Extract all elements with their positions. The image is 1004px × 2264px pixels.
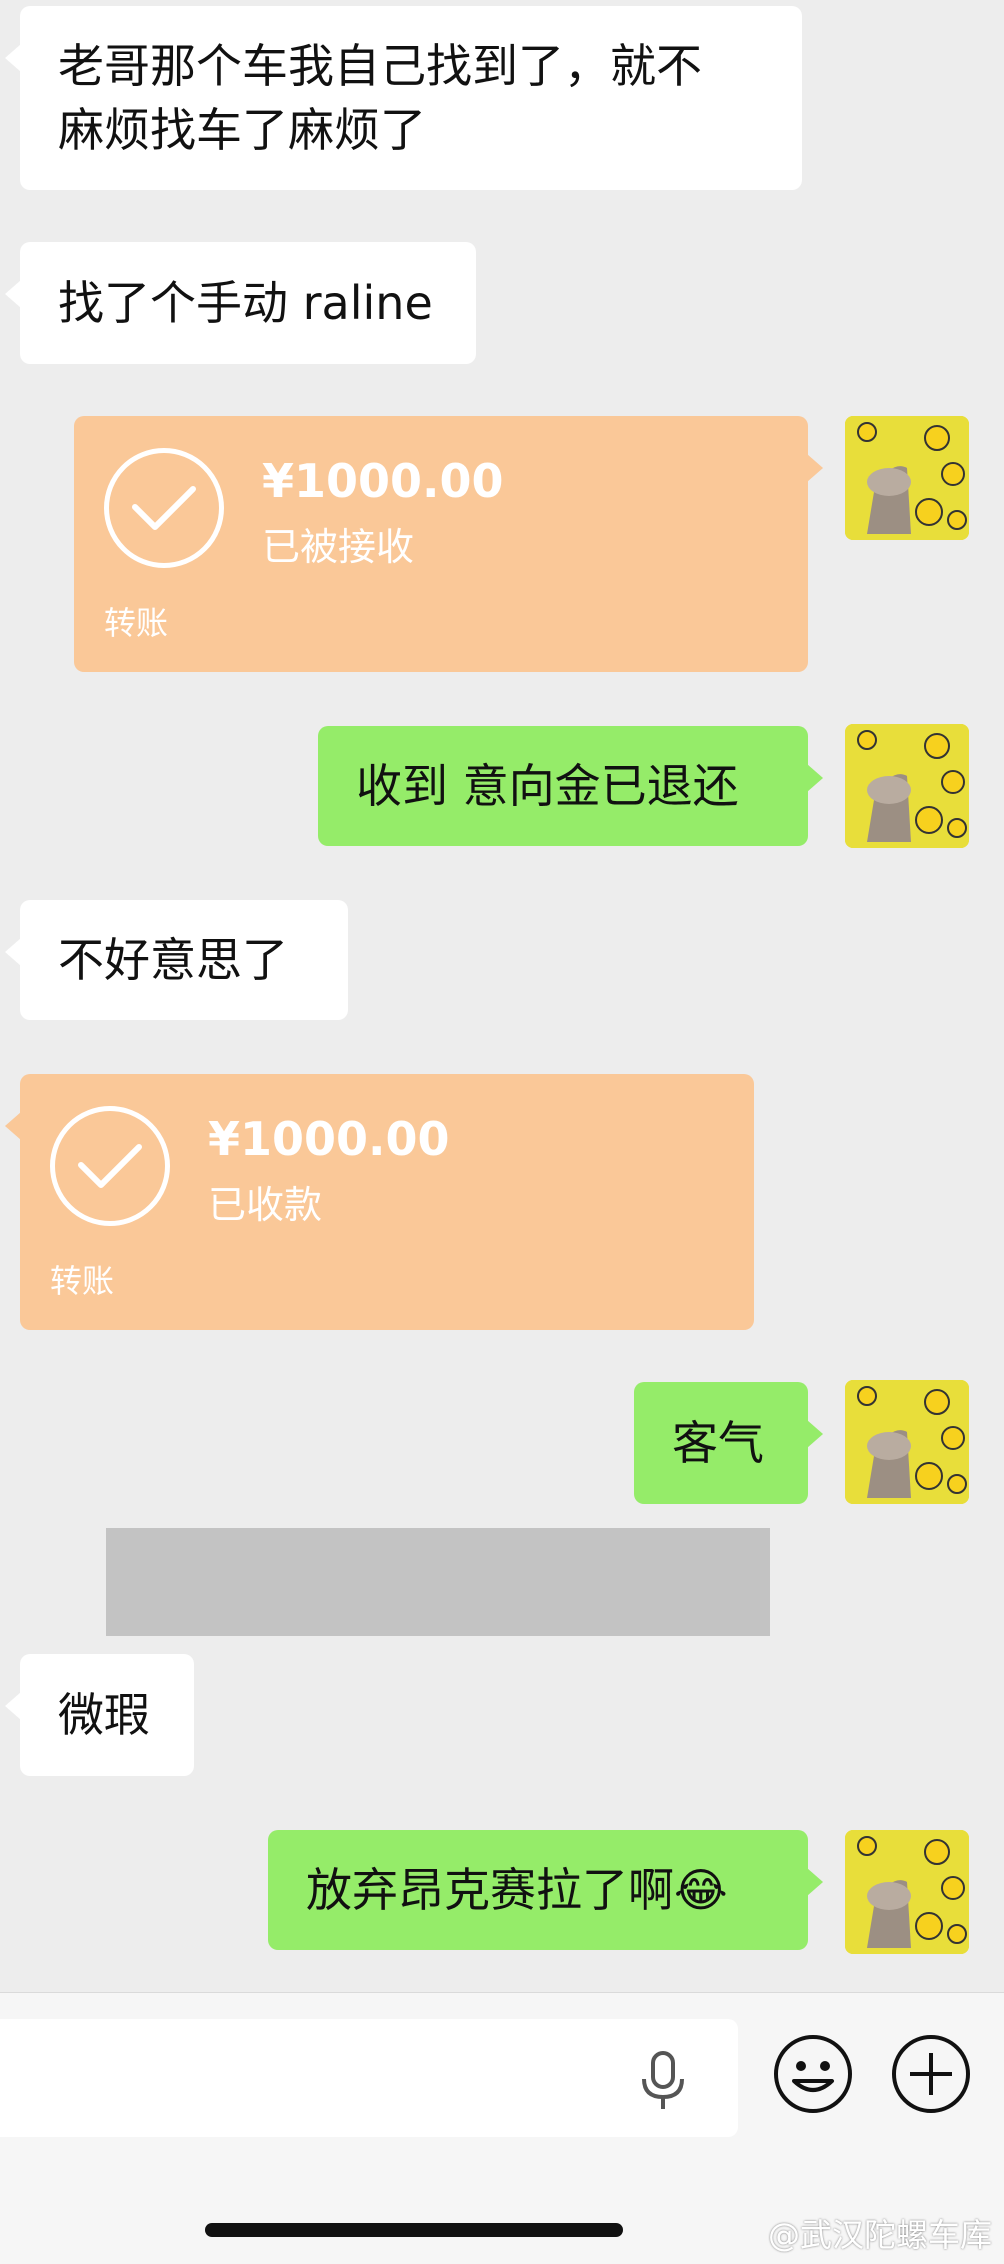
message-bubble-outgoing[interactable]: 收到 意向金已退还 <box>318 726 823 846</box>
transfer-amount: ¥1000.00 <box>262 454 504 508</box>
message-text: 麻烦找车了麻烦了 <box>58 103 426 157</box>
transfer-status: 已收款 <box>208 1183 323 1227</box>
transfer-label: 转账 <box>50 1262 115 1300</box>
avatar[interactable] <box>845 416 969 540</box>
message-text: 找了个手动 raline <box>58 276 433 330</box>
bubble-tail <box>807 1868 823 1896</box>
transfer-amount: ¥1000.00 <box>208 1112 450 1166</box>
message-text: 放弃昂克赛拉了啊😂 <box>306 1863 728 1917</box>
avatar[interactable] <box>845 1380 969 1504</box>
message-bubble-incoming[interactable]: 找了个手动 raline <box>5 242 476 364</box>
message-text: 收到 意向金已退还 <box>356 759 739 813</box>
message-text: 不好意思了 <box>58 933 288 987</box>
bubble-tail <box>5 280 21 308</box>
bubble-tail <box>807 454 823 482</box>
transfer-status: 已被接收 <box>262 525 415 569</box>
bubble-tail <box>5 938 21 966</box>
message-text: 老哥那个车我自己找到了，就不 <box>58 39 702 93</box>
message-bubble-outgoing[interactable]: 客气 <box>634 1382 823 1504</box>
message-input[interactable] <box>0 2019 738 2137</box>
input-bar: @武汉陀螺车库 <box>0 1992 1004 2264</box>
message-text: 微瑕 <box>58 1688 150 1742</box>
bubble-tail <box>807 764 823 792</box>
transfer-card-incoming[interactable]: ¥1000.00 已收款 转账 <box>5 1074 754 1330</box>
home-indicator[interactable] <box>205 2223 623 2237</box>
plus-icon[interactable] <box>890 2033 972 2119</box>
watermark: @武汉陀螺车库 <box>767 2216 992 2254</box>
message-bubble-incoming[interactable]: 微瑕 <box>5 1654 194 1776</box>
transfer-label: 转账 <box>104 604 169 642</box>
checkmark-icon <box>104 448 224 568</box>
bubble-tail <box>5 1112 21 1140</box>
message-bubble-outgoing[interactable]: 放弃昂克赛拉了啊😂 <box>268 1830 823 1950</box>
bubble-tail <box>5 1692 21 1720</box>
avatar[interactable] <box>845 1830 969 1954</box>
avatar[interactable] <box>845 724 969 848</box>
bubble-tail <box>807 1420 823 1448</box>
redacted-block <box>106 1528 770 1636</box>
microphone-icon[interactable] <box>636 2051 690 2115</box>
bubble-tail <box>5 44 21 72</box>
emoji-icon[interactable] <box>772 2033 854 2119</box>
message-bubble-incoming[interactable]: 不好意思了 <box>5 900 348 1020</box>
transfer-card-outgoing[interactable]: ¥1000.00 已被接收 转账 <box>74 416 823 672</box>
message-bubble-incoming[interactable]: 老哥那个车我自己找到了，就不 麻烦找车了麻烦了 <box>5 6 802 190</box>
message-text: 客气 <box>672 1416 764 1470</box>
checkmark-icon <box>50 1106 170 1226</box>
